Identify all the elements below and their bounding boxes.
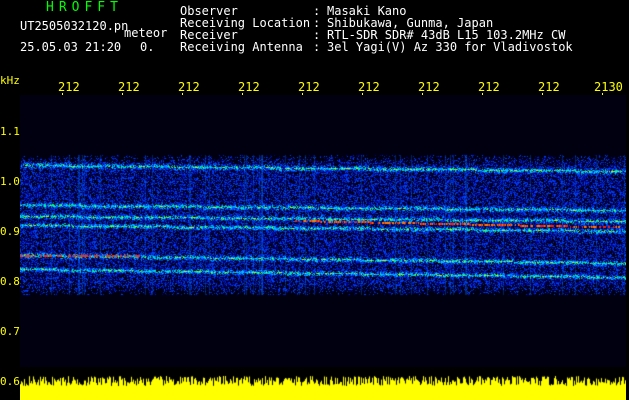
time-tick-label: 212: [298, 80, 320, 94]
time-tick-label: 212: [358, 80, 380, 94]
time-tick-label: 212: [58, 80, 80, 94]
count-label: 0.: [140, 40, 155, 54]
program-title: HROFFT: [46, 0, 123, 15]
field-label-antenna: Receiving Antenna: [180, 40, 303, 54]
freq-tick-label: 0.8: [0, 275, 20, 288]
filename-label: UT2505032120.pn: [20, 19, 129, 33]
signal-strength-strip: [20, 370, 626, 400]
time-tick-label: 212: [238, 80, 260, 94]
time-tick-label: 212: [118, 80, 140, 94]
freq-tick-label: 1.1: [0, 125, 20, 138]
freq-tick-label: 0.7: [0, 325, 20, 338]
freq-tick-label: 1.0: [0, 175, 20, 188]
freq-unit-label: kHz: [0, 74, 20, 87]
time-tick-label: 2130: [594, 80, 623, 94]
datetime-label: 25.05.03 21:20: [20, 40, 122, 54]
freq-tick-label: 0.9: [0, 225, 20, 238]
time-tick-label: 212: [478, 80, 500, 94]
freq-tick-label: 0.6: [0, 375, 20, 388]
field-value-antenna: 3el Yagi(V) Az 330 for Vladivostok: [327, 40, 573, 54]
mode-label: meteor: [124, 26, 168, 40]
time-tick-label: 212: [418, 80, 440, 94]
time-tick-label: 212: [178, 80, 200, 94]
time-tick-label: 212: [538, 80, 560, 94]
spectrogram: [20, 95, 626, 367]
